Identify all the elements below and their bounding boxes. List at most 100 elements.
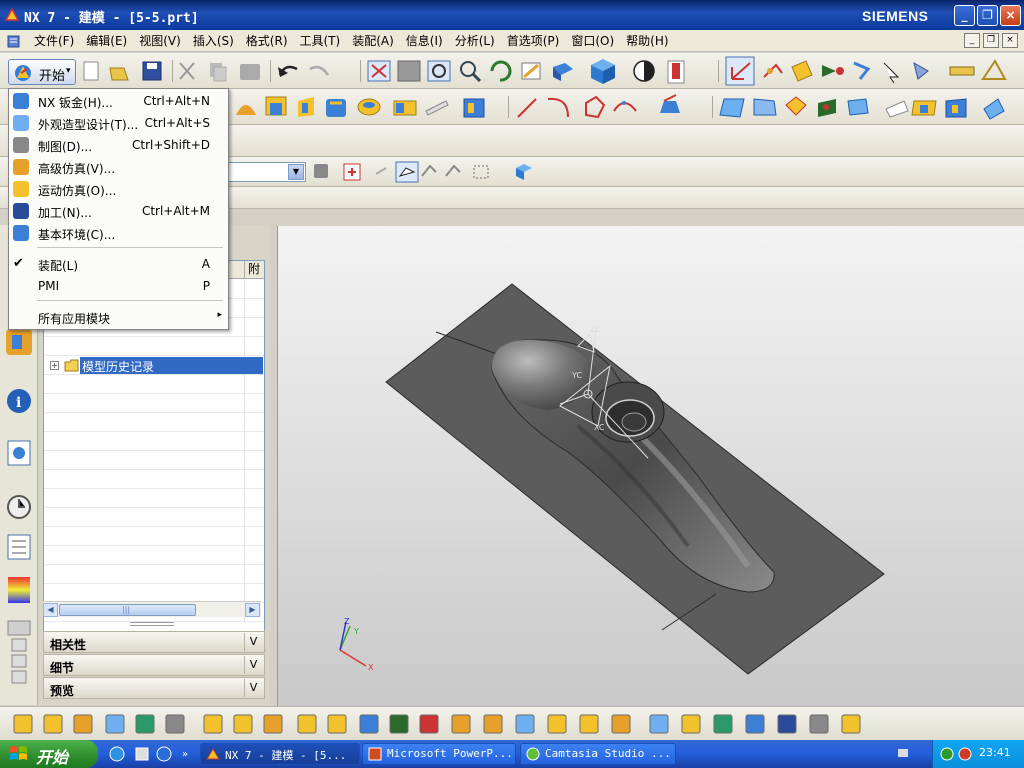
assembly-tool-icon[interactable] [745,714,765,734]
scroll-right-icon[interactable]: ▶ [245,603,260,617]
start-menu-item-1[interactable]: 外观造型设计(T)... Ctrl+Alt+S [9,112,228,134]
start-menu-item-6[interactable]: 基本环境(C)... [9,222,228,244]
start-menu-item-shortcut: Ctrl+Shift+D [132,138,210,152]
assembly-tool-icon[interactable] [841,714,861,734]
assembly-tool-icon[interactable] [135,714,155,734]
selection-toolbar-icons [314,161,532,183]
start-menu-item-label: 运动仿真(O)... [38,184,117,198]
standard-toolbar-icons [83,56,1007,86]
taskbar-nx[interactable]: NX 7 - 建模 - [5... [200,743,360,765]
document-close-button[interactable]: × [1002,33,1018,48]
assembly-tool-icon[interactable] [73,714,93,734]
application-icon [13,181,29,197]
menu-item-5[interactable]: 工具(T) [294,33,347,49]
assembly-tool-icon[interactable] [165,714,185,734]
close-button[interactable]: × [1000,5,1021,26]
menu-item-8[interactable]: 分析(L) [449,33,501,49]
checkmark-icon: ✔ [13,256,24,271]
assembly-tool-icon[interactable] [13,714,33,734]
windows-logo-icon [10,746,27,760]
menu-item-11[interactable]: 帮助(H) [620,33,674,49]
assembly-label: 装配(L) [38,259,79,273]
assembly-tool-icon[interactable] [777,714,797,734]
start-menu-item-4[interactable]: 运动仿真(O)... [9,178,228,200]
minimize-button[interactable]: _ [954,5,975,26]
assembly-tool-icon[interactable] [297,714,317,734]
assembly-tool-icon[interactable] [43,714,63,734]
scrollbar-thumb[interactable]: ||| [59,604,196,616]
nx-app-icon [4,7,20,21]
tree-row [44,489,264,508]
windows-start-button[interactable]: 开始 [0,740,98,768]
assembly-tool-icon[interactable] [419,714,439,734]
tray-expand-icon[interactable] [894,746,924,762]
assembly-tool-icon[interactable] [649,714,669,734]
tree-row-model-history[interactable]: + 模型历史记录 [44,356,264,375]
assembly-tool-icon[interactable] [547,714,567,734]
assembly-tool-icon[interactable] [579,714,599,734]
menu-item-6[interactable]: 装配(A) [346,33,400,49]
assembly-tool-icon[interactable] [713,714,733,734]
assembly-tool-icon[interactable] [359,714,379,734]
chevron-down-icon[interactable]: V [244,656,262,674]
type-filter-dropdown[interactable]: ▼ [228,162,306,182]
start-menu-item-0[interactable]: NX 钣金(H)... Ctrl+Alt+N [9,90,228,112]
document-minimize-button[interactable]: _ [964,33,980,48]
panel-splitter[interactable] [130,622,174,626]
start-application-button[interactable]: 开始 ▾ [8,59,76,85]
start-menu-item-label: 制图(D)... [38,140,93,154]
assembly-tool-icon[interactable] [483,714,503,734]
assembly-tool-icon[interactable] [389,714,409,734]
preview-section[interactable]: 预览 V [43,677,265,699]
filter-dropdown-arrow-icon: ▼ [288,164,304,180]
taskbar-camtasia[interactable]: Camtasia Studio ... [520,743,676,765]
menu-item-0[interactable]: 文件(F) [28,33,80,49]
details-section[interactable]: 细节 V [43,654,265,676]
assembly-tool-icon[interactable] [233,714,253,734]
expand-icon[interactable]: + [50,361,59,370]
tree-row [44,565,264,584]
assembly-tool-icon[interactable] [515,714,535,734]
tray-icons[interactable] [939,746,977,762]
document-restore-button[interactable]: ❐ [983,33,999,48]
start-menu-item-pmi[interactable]: PMI P [9,275,228,297]
start-menu-item-2[interactable]: 制图(D)... Ctrl+Shift+D [9,134,228,156]
maximize-button[interactable]: ❐ [977,5,998,26]
menu-item-9[interactable]: 首选项(P) [501,33,566,49]
siemens-logo: SIEMENS [862,8,929,24]
chevron-down-icon[interactable]: V [244,633,262,651]
assembly-tool-icon[interactable] [203,714,223,734]
assembly-tool-icon[interactable] [105,714,125,734]
start-menu-item-3[interactable]: 高级仿真(V)... [9,156,228,178]
menu-item-1[interactable]: 编辑(E) [80,33,133,49]
menu-item-4[interactable]: 格式(R) [240,33,294,49]
model-view[interactable]: ZC YC XC X Y Z [278,226,1024,706]
assembly-tool-icon[interactable] [681,714,701,734]
start-menu-item-label: 高级仿真(V)... [38,162,116,176]
assembly-tool-icon[interactable] [327,714,347,734]
quick-launch-icons[interactable]: » [108,745,198,763]
start-app-icon [15,65,31,81]
assembly-tool-icon[interactable] [451,714,471,734]
chevron-down-icon[interactable]: V [244,679,262,697]
tree-row [44,375,264,394]
assembly-tool-icon[interactable] [611,714,631,734]
scroll-left-icon[interactable]: ◀ [43,603,58,617]
graphics-window[interactable]: ZC YC XC X Y Z [277,226,1024,706]
application-icon [13,115,29,131]
assembly-tool-icon[interactable] [809,714,829,734]
taskbar-powerpoint[interactable]: Microsoft PowerP... [362,743,516,765]
windows-start-label: 开始 [36,748,69,767]
pocket-floor [621,412,647,432]
start-menu-item-assembly[interactable]: ✔ 装配(L) A [9,253,228,275]
menu-item-10[interactable]: 窗口(O) [565,33,620,49]
assembly-tool-icon[interactable] [263,714,283,734]
menu-item-3[interactable]: 插入(S) [187,33,240,49]
dependencies-section[interactable]: 相关性 V [43,631,265,653]
menu-item-7[interactable]: 信息(I) [400,33,449,49]
start-menu-item-all-applications[interactable]: 所有应用模块 ▸ [9,306,228,328]
navigator-column-header[interactable]: 附 [244,261,264,279]
start-menu-item-5[interactable]: 加工(N)... Ctrl+Alt+M [9,200,228,222]
horizontal-scrollbar[interactable]: ◀ ||| ▶ [43,601,261,617]
menu-item-2[interactable]: 视图(V) [133,33,187,49]
